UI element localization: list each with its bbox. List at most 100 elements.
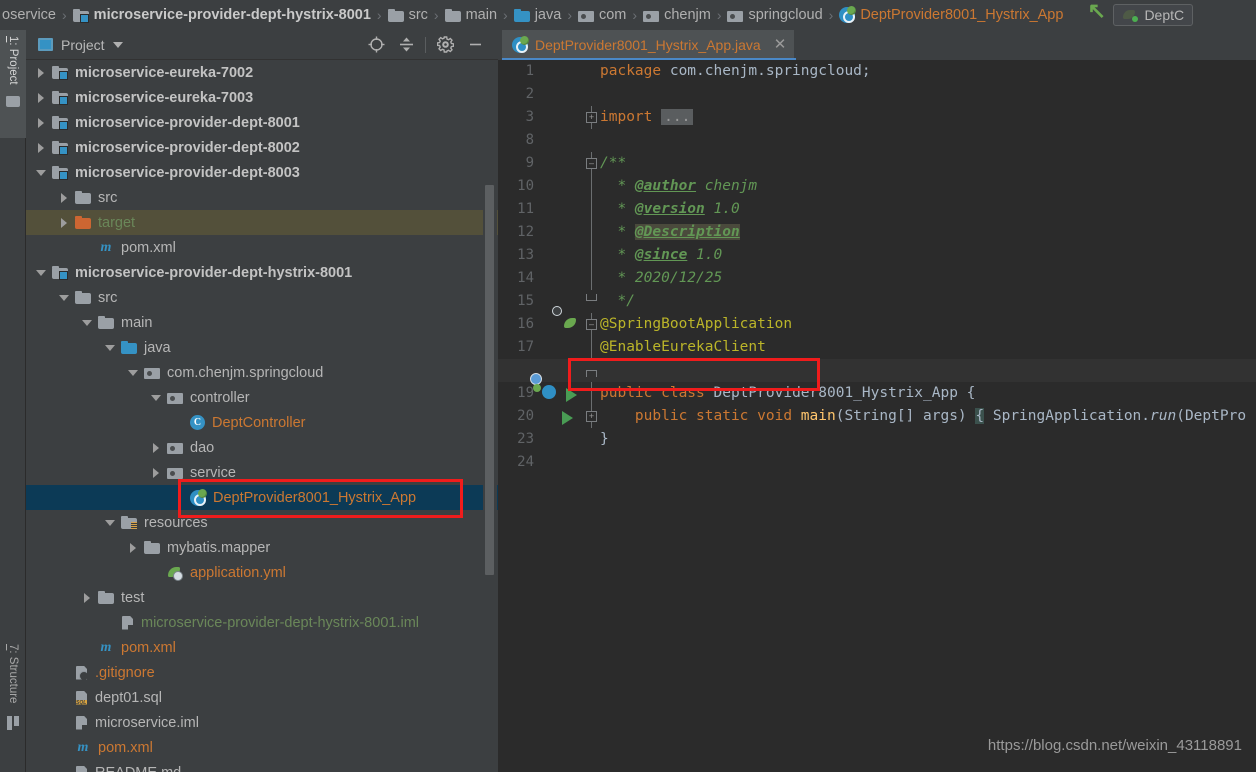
- breadcrumb-item-module[interactable]: microservice-provider-dept-hystrix-8001: [71, 0, 373, 30]
- expand-arrow-icon[interactable]: [128, 542, 138, 553]
- code-line[interactable]: 3 + import ...: [498, 106, 1256, 129]
- run-gutter-icon[interactable]: [566, 388, 577, 402]
- tree-row[interactable]: src: [26, 185, 498, 210]
- tree-row[interactable]: C DeptController: [26, 410, 498, 435]
- expand-arrow-icon[interactable]: [36, 142, 46, 153]
- collapse-all-icon[interactable]: [391, 32, 421, 58]
- tree-row[interactable]: test: [26, 585, 498, 610]
- tree-row[interactable]: main: [26, 310, 498, 335]
- tree-row[interactable]: src: [26, 285, 498, 310]
- project-tree[interactable]: microservice-eureka-7002 microservice-eur…: [26, 60, 498, 772]
- code-editor-content[interactable]: 1 package com.chenjm.springcloud; 2 3 + impor…: [498, 60, 1256, 772]
- code-line[interactable]: 10 * @author chenjm: [498, 175, 1256, 198]
- expand-arrow-icon[interactable]: [82, 592, 92, 603]
- code-line[interactable]: 1 package com.chenjm.springcloud;: [498, 60, 1256, 83]
- collapse-arrow-icon[interactable]: [105, 518, 115, 528]
- code-line[interactable]: 18@EnableCircuitBreaker: [498, 359, 1256, 382]
- tree-row[interactable]: .gitignore: [26, 660, 498, 685]
- tree-row[interactable]: controller: [26, 385, 498, 410]
- tree-row-label: dao: [190, 439, 215, 456]
- collapse-arrow-icon[interactable]: [36, 268, 46, 278]
- expand-arrow-icon[interactable]: [36, 92, 46, 103]
- code-line[interactable]: 12 * @Description: [498, 221, 1256, 244]
- breadcrumb-item-chenjm[interactable]: chenjm: [641, 0, 713, 30]
- code-line[interactable]: 16– @SpringBootApplication: [498, 313, 1256, 336]
- run-configuration-selector[interactable]: DeptC: [1113, 4, 1194, 26]
- project-tree-scrollbar-thumb[interactable]: [485, 185, 494, 575]
- breadcrumb-item-springcloud[interactable]: springcloud: [725, 0, 824, 30]
- code-line[interactable]: 23}: [498, 428, 1256, 451]
- tree-row[interactable]: resources: [26, 510, 498, 535]
- tree-row[interactable]: application.yml: [26, 560, 498, 585]
- close-icon[interactable]: ✕: [774, 37, 787, 52]
- tree-row[interactable]: dept01.sql: [26, 685, 498, 710]
- code-line[interactable]: 14 * 2020/12/25: [498, 267, 1256, 290]
- code-line[interactable]: 11 * @version 1.0: [498, 198, 1256, 221]
- code-line[interactable]: 19 public class DeptProvider8001_Hystrix_…: [498, 382, 1256, 405]
- tree-row[interactable]: microservice-provider-dept-8002: [26, 135, 498, 160]
- hide-panel-icon[interactable]: [460, 32, 490, 58]
- tree-row[interactable]: microservice-provider-dept-hystrix-8001.…: [26, 610, 498, 635]
- breadcrumb-item-class[interactable]: DeptProvider8001_Hystrix_App: [837, 0, 1065, 30]
- breadcrumb-item-main[interactable]: main: [443, 0, 499, 30]
- code-line[interactable]: 20 + public static void main(String[] arg…: [498, 405, 1256, 428]
- breadcrumb-item-java[interactable]: java: [512, 0, 564, 30]
- breadcrumb-item-com[interactable]: com: [576, 0, 628, 30]
- code-line[interactable]: 15 */: [498, 290, 1256, 313]
- tree-row[interactable]: microservice-provider-dept-8003: [26, 160, 498, 185]
- tree-row[interactable]: microservice-provider-dept-hystrix-8001: [26, 260, 498, 285]
- folder-icon: [444, 8, 461, 22]
- run-gutter-icon[interactable]: [562, 411, 573, 425]
- tree-row-label: DeptProvider8001_Hystrix_App: [213, 489, 417, 506]
- tree-row[interactable]: microservice-provider-dept-8001: [26, 110, 498, 135]
- expand-arrow-icon[interactable]: [36, 117, 46, 128]
- tree-row[interactable]: m pom.xml: [26, 735, 498, 760]
- tree-row[interactable]: java: [26, 335, 498, 360]
- expand-arrow-icon[interactable]: [59, 217, 69, 228]
- breadcrumb-item-root[interactable]: oservice: [0, 0, 58, 30]
- collapse-arrow-icon[interactable]: [36, 168, 46, 178]
- sidebar-item-structure[interactable]: 7: Structure: [0, 638, 26, 758]
- tree-row[interactable]: mybatis.mapper: [26, 535, 498, 560]
- tree-row[interactable]: microservice-eureka-7003: [26, 85, 498, 110]
- code-token: {: [966, 385, 976, 401]
- expand-arrow-icon[interactable]: [59, 192, 69, 203]
- sidebar-item-project[interactable]: 1: Project: [0, 30, 26, 138]
- collapse-arrow-icon[interactable]: [105, 343, 115, 353]
- code-line[interactable]: 24: [498, 451, 1256, 474]
- code-line[interactable]: 8: [498, 129, 1256, 152]
- code-line[interactable]: 17 @EnableEurekaClient: [498, 336, 1256, 359]
- expand-arrow-icon[interactable]: [36, 67, 46, 78]
- collapse-arrow-icon[interactable]: [151, 393, 161, 403]
- collapse-arrow-icon[interactable]: [128, 368, 138, 378]
- collapse-arrow-icon[interactable]: [59, 293, 69, 303]
- tree-row[interactable]: m pom.xml: [26, 235, 498, 260]
- navigate-back-arrow-icon[interactable]: [1087, 1, 1107, 25]
- folded-imports-placeholder[interactable]: ...: [661, 109, 694, 125]
- expand-arrow-icon[interactable]: [151, 442, 161, 453]
- expand-arrow-icon[interactable]: [151, 467, 161, 478]
- tree-row[interactable]: DeptProvider8001_Hystrix_App: [26, 485, 498, 510]
- collapse-arrow-icon[interactable]: [82, 318, 92, 328]
- tree-row[interactable]: dao: [26, 435, 498, 460]
- tree-row[interactable]: m pom.xml: [26, 635, 498, 660]
- breadcrumb-item-src[interactable]: src: [386, 0, 430, 30]
- code-line[interactable]: 2: [498, 83, 1256, 106]
- chevron-down-icon[interactable]: [112, 41, 123, 48]
- locate-icon[interactable]: [361, 32, 391, 58]
- module-folder-icon: [52, 116, 68, 130]
- code-line[interactable]: 9–/**: [498, 152, 1256, 175]
- editor-tab-deptprovider[interactable]: DeptProvider8001_Hystrix_App.java ✕: [502, 30, 795, 60]
- tree-row-label: controller: [190, 389, 250, 406]
- tree-row[interactable]: microservice.iml: [26, 710, 498, 735]
- settings-gear-icon[interactable]: [430, 32, 460, 58]
- tree-row[interactable]: service: [26, 460, 498, 485]
- tree-row[interactable]: com.chenjm.springcloud: [26, 360, 498, 385]
- code-line[interactable]: 13 * @since 1.0: [498, 244, 1256, 267]
- tree-row[interactable]: microservice-eureka-7002: [26, 60, 498, 85]
- tree-row[interactable]: target: [26, 210, 498, 235]
- tree-row[interactable]: README.md: [26, 760, 498, 772]
